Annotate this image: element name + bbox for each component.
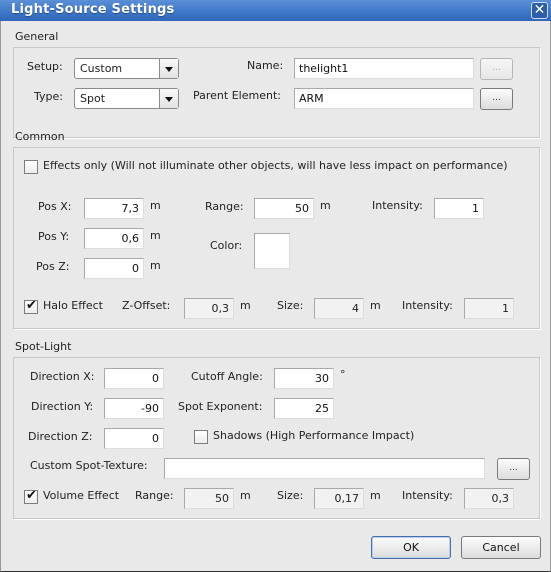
volume-intensity-label: Intensity: (402, 489, 453, 502)
color-swatch[interactable] (254, 233, 290, 269)
intensity-label: Intensity: (372, 199, 423, 212)
checkmark-icon: ✔ (26, 488, 37, 503)
intensity-input[interactable]: 1 (434, 198, 484, 219)
type-label: Type: (34, 90, 63, 103)
direction-y-label: Direction Y: (31, 400, 94, 413)
halo-effect-label: Halo Effect (43, 299, 103, 312)
ok-button[interactable]: OK (371, 536, 451, 559)
parent-element-label: Parent Element: (193, 89, 281, 102)
pos-x-input[interactable]: 7,3 (84, 198, 144, 219)
type-value: Spot (80, 92, 106, 105)
halo-intensity-input[interactable]: 1 (464, 298, 514, 319)
cutoff-angle-label: Cutoff Angle: (191, 370, 263, 383)
degree-unit: ° (340, 368, 346, 381)
custom-spot-texture-label: Custom Spot-Texture: (30, 459, 148, 472)
effects-only-checkbox[interactable] (24, 160, 38, 174)
close-button[interactable]: ✕ (531, 2, 548, 19)
pos-y-label: Pos Y: (38, 230, 70, 243)
shadows-checkbox[interactable] (194, 430, 208, 444)
checkmark-icon: ✔ (26, 298, 37, 313)
pos-y-input[interactable]: 0,6 (84, 228, 144, 249)
setup-value: Custom (80, 62, 123, 75)
volume-size-unit: m (370, 489, 381, 502)
setup-select[interactable]: Custom (74, 58, 179, 79)
type-select[interactable]: Spot (74, 88, 179, 109)
direction-x-input[interactable]: 0 (104, 368, 164, 389)
cutoff-angle-input[interactable]: 30 (274, 368, 334, 389)
pos-x-unit: m (150, 199, 161, 212)
parent-browse-button[interactable]: ... (480, 88, 513, 110)
pos-z-input[interactable]: 0 (84, 258, 144, 279)
volume-size-label: Size: (277, 489, 304, 502)
effects-only-label: Effects only (Will not illuminate other … (43, 159, 508, 172)
direction-z-input[interactable]: 0 (104, 428, 164, 449)
name-browse-button[interactable]: ... (480, 58, 513, 80)
volume-effect-label: Volume Effect (43, 489, 120, 502)
cancel-button[interactable]: Cancel (461, 536, 541, 559)
chevron-down-icon[interactable] (159, 59, 178, 78)
pos-x-label: Pos X: (38, 200, 72, 213)
pos-z-label: Pos Z: (36, 260, 70, 273)
window-title: Light-Source Settings (11, 2, 175, 17)
color-label: Color: (210, 239, 243, 252)
dialog-body: General Setup: Custom Type: Spot Name: t… (0, 21, 551, 572)
setup-label: Setup: (27, 60, 63, 73)
halo-size-input[interactable]: 4 (314, 298, 364, 319)
halo-size-unit: m (370, 299, 381, 312)
range-input[interactable]: 50 (254, 198, 314, 219)
volume-effect-checkbox[interactable]: ✔ (24, 488, 38, 504)
title-bar[interactable]: Light-Source Settings ✕ (0, 0, 551, 21)
custom-spot-texture-input[interactable] (164, 458, 485, 479)
volume-range-input[interactable]: 50 (184, 488, 234, 509)
name-input[interactable]: thelight1 (294, 58, 474, 79)
chevron-down-icon[interactable] (159, 89, 178, 108)
range-label: Range: (205, 200, 244, 213)
direction-y-input[interactable]: -90 (104, 398, 164, 419)
volume-intensity-input[interactable]: 0,3 (464, 488, 514, 509)
spot-exponent-label: Spot Exponent: (178, 400, 263, 413)
range-unit: m (320, 199, 331, 212)
volume-range-unit: m (240, 489, 251, 502)
pos-z-unit: m (150, 259, 161, 272)
direction-z-label: Direction Z: (28, 430, 93, 443)
volume-range-label: Range: (135, 489, 174, 502)
texture-browse-button[interactable]: ... (497, 458, 530, 480)
z-offset-unit: m (240, 299, 251, 312)
close-icon: ✕ (533, 2, 546, 18)
halo-effect-checkbox[interactable]: ✔ (24, 298, 38, 314)
section-title-general: General (15, 30, 59, 43)
parent-element-input[interactable]: ARM (294, 88, 474, 109)
halo-size-label: Size: (277, 299, 304, 312)
name-label: Name: (247, 59, 284, 72)
direction-x-label: Direction X: (30, 370, 95, 383)
shadows-label: Shadows (High Performance Impact) (213, 429, 415, 442)
z-offset-label: Z-Offset: (122, 299, 171, 312)
halo-intensity-label: Intensity: (402, 299, 453, 312)
section-title-spot-light: Spot-Light (15, 340, 72, 353)
pos-y-unit: m (150, 229, 161, 242)
spot-exponent-input[interactable]: 25 (274, 398, 334, 419)
section-title-common: Common (15, 130, 65, 143)
volume-size-input[interactable]: 0,17 (314, 488, 364, 509)
z-offset-input[interactable]: 0,3 (184, 298, 234, 319)
